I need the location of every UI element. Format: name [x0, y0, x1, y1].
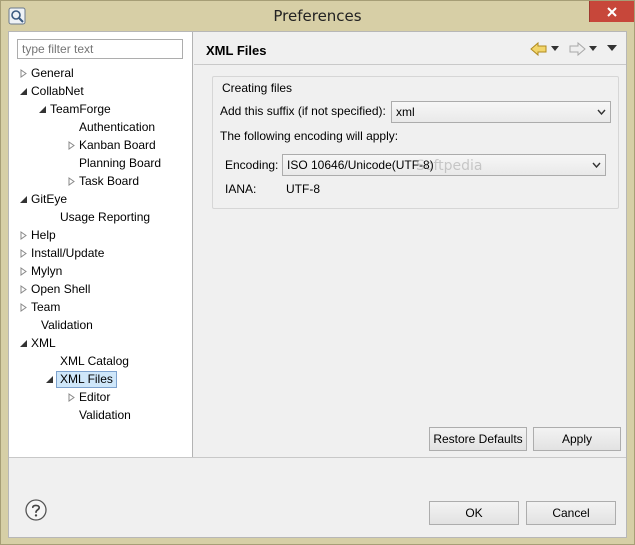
expand-arrow-icon[interactable] [19, 285, 28, 294]
tree-item-xml-catalog[interactable]: XML Catalog [60, 353, 129, 370]
expand-arrow-icon[interactable] [19, 69, 28, 78]
tree-item-install-update[interactable]: Install/Update [19, 245, 104, 262]
tree-item-label: Task Board [79, 174, 140, 188]
tree-item-label: Planning Board [79, 156, 162, 170]
title-separator [194, 64, 626, 65]
title-bar: Preferences [1, 1, 634, 31]
suffix-select-value: xml [396, 105, 415, 119]
tree-item-teamforge[interactable]: TeamForge [38, 101, 111, 118]
expand-arrow-icon[interactable] [67, 393, 76, 402]
tree-item-usage-reporting[interactable]: Usage Reporting [60, 209, 150, 226]
tree-item-label: XML Catalog [60, 354, 129, 368]
window-title: Preferences [273, 7, 362, 25]
tree-item-label: XML [31, 336, 56, 350]
ok-button[interactable]: OK [429, 501, 519, 525]
tree-item-help[interactable]: Help [19, 227, 56, 244]
tree-item-label-selected: XML Files [56, 371, 117, 388]
tree-item-mylyn[interactable]: Mylyn [19, 263, 62, 280]
creating-files-group: Creating files Add this suffix (if not s… [212, 76, 619, 209]
tree-item-label: Validation [41, 318, 93, 332]
apply-button[interactable]: Apply [533, 427, 621, 451]
view-menu-chevron-down-icon[interactable] [607, 45, 617, 52]
group-label: Creating files [222, 81, 293, 95]
expand-arrow-icon[interactable] [19, 267, 28, 276]
tree-item-label: Authentication [79, 120, 156, 134]
tree-item-team[interactable]: Team [19, 299, 60, 316]
button-bar-separator [9, 457, 626, 458]
tree-item-label: Install/Update [31, 246, 105, 260]
tree-item-label: Open Shell [31, 282, 91, 296]
collapse-arrow-icon[interactable] [19, 87, 28, 96]
back-arrow-icon[interactable] [530, 41, 548, 57]
collapse-arrow-icon[interactable] [19, 339, 28, 348]
iana-value: UTF-8 [286, 182, 320, 196]
encoding-note: The following encoding will apply: [220, 129, 399, 143]
forward-arrow-icon[interactable] [568, 41, 586, 57]
chevron-down-icon [592, 162, 601, 168]
restore-defaults-button[interactable]: Restore Defaults [429, 427, 527, 451]
suffix-select[interactable]: xml [391, 101, 611, 123]
preferences-window: Preferences General CollabNet [0, 0, 635, 545]
close-button[interactable] [589, 1, 634, 22]
iana-label: IANA: [225, 182, 257, 196]
tree-item-kanban-board[interactable]: Kanban Board [67, 137, 156, 154]
filter-input[interactable] [17, 39, 183, 59]
preference-tree-panel: General CollabNet TeamForge Authenticati… [9, 32, 193, 457]
dialog-body: General CollabNet TeamForge Authenticati… [8, 31, 627, 538]
tree-item-giteye[interactable]: GitEye [19, 191, 67, 208]
tree-item-task-board[interactable]: Task Board [67, 173, 139, 190]
collapse-arrow-icon[interactable] [19, 195, 28, 204]
close-icon [607, 6, 617, 17]
expand-arrow-icon[interactable] [67, 141, 76, 150]
tree-item-editor[interactable]: Editor [67, 389, 110, 406]
tree-item-xml-files[interactable]: XML Files [45, 371, 117, 388]
preference-page: XML Files Creating files Add this suffix… [194, 32, 626, 457]
tree-item-label: Mylyn [31, 264, 63, 278]
tree-item-label: General [31, 66, 74, 80]
tree-item-general[interactable]: General [19, 65, 74, 82]
tree-item-label: Team [31, 300, 61, 314]
expand-arrow-icon[interactable] [19, 303, 28, 312]
forward-menu-chevron-down-icon[interactable] [589, 46, 597, 52]
back-menu-chevron-down-icon[interactable] [551, 46, 559, 52]
tree-item-xml[interactable]: XML [19, 335, 56, 352]
help-icon[interactable] [25, 499, 47, 521]
tree-item-collabnet[interactable]: CollabNet [19, 83, 84, 100]
tree-item-authentication[interactable]: Authentication [79, 119, 155, 136]
expand-arrow-icon[interactable] [67, 177, 76, 186]
tree-item-label: CollabNet [31, 84, 84, 98]
encoding-label: Encoding: [225, 158, 279, 172]
tree-item-label: Editor [79, 390, 111, 404]
tree-item-validation[interactable]: Validation [41, 317, 93, 334]
tree-item-open-shell[interactable]: Open Shell [19, 281, 90, 298]
page-navigation [530, 41, 622, 57]
tree-item-xml-validation[interactable]: Validation [79, 407, 131, 424]
tree-item-label: Usage Reporting [60, 210, 151, 224]
watermark: Softpedia [416, 158, 483, 174]
page-title: XML Files [206, 43, 267, 58]
encoding-select-value: ISO 10646/Unicode(UTF-8) [287, 158, 434, 172]
suffix-label: Add this suffix (if not specified): [220, 104, 386, 118]
collapse-arrow-icon[interactable] [38, 105, 47, 114]
cancel-button[interactable]: Cancel [526, 501, 616, 525]
collapse-arrow-icon[interactable] [45, 375, 54, 384]
tree-item-label: Validation [79, 408, 131, 422]
tree-item-label: TeamForge [50, 102, 111, 116]
chevron-down-icon [597, 109, 606, 115]
expand-arrow-icon[interactable] [19, 249, 28, 258]
tree-item-label: GitEye [31, 192, 68, 206]
tree-item-planning-board[interactable]: Planning Board [79, 155, 161, 172]
tree-item-label: Kanban Board [79, 138, 156, 152]
tree-item-label: Help [31, 228, 56, 242]
expand-arrow-icon[interactable] [19, 231, 28, 240]
